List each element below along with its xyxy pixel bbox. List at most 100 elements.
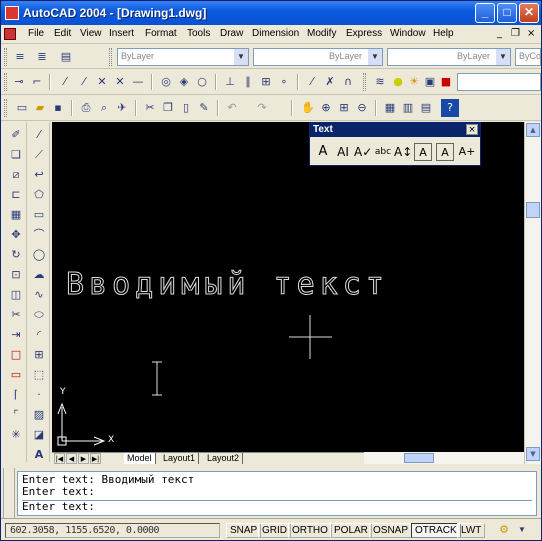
lineweight-combo[interactable]: ByLayer ▼ [387,48,511,66]
menu-view[interactable]: View [80,28,102,39]
publish-icon[interactable]: ✈ [113,99,131,117]
maximize-button[interactable]: □ [497,3,517,23]
text-toolbar-title[interactable]: Text [310,123,480,137]
snap-toggle[interactable]: SNAP [226,523,262,538]
snap-intersection-icon[interactable]: ✕ [93,73,111,91]
menu-window[interactable]: Window [390,28,426,39]
edit-text-icon[interactable]: A✓ [354,143,372,161]
command-window[interactable]: Enter text: Вводимый текст Enter text: E… [17,471,537,516]
toolbar-grip[interactable] [4,99,7,117]
zoom-previous-icon[interactable]: ⊖ [353,99,371,117]
temp-track-icon[interactable]: ⊸ [10,73,28,91]
snap-from-icon[interactable]: ⌐ [28,73,46,91]
print-icon[interactable]: ⎙ [77,99,95,117]
move-icon[interactable]: ✥ [7,226,25,244]
insert-block-icon[interactable]: ⊞ [30,346,48,364]
properties-icon[interactable]: ▦ [381,99,399,117]
undo-icon[interactable]: ↶ [223,99,241,117]
grid-toggle[interactable]: GRID [258,523,291,538]
tab-model[interactable]: Model [124,453,156,464]
scroll-down-icon[interactable]: ▼ [526,447,540,461]
horizontal-scroll-thumb[interactable] [404,453,434,463]
scale-icon[interactable]: ⊡ [7,266,25,284]
convert-distance-icon[interactable]: A+ [458,143,476,161]
minimize-button[interactable]: _ [475,3,495,23]
break-at-point-icon[interactable]: ▭ [7,366,25,384]
color-swatch-icon[interactable]: ■ [437,73,455,91]
menu-draw[interactable]: Draw [220,28,243,39]
snap-insert-icon[interactable]: ⊞ [257,73,275,91]
tab-layout1[interactable]: Layout1 [160,453,200,464]
snap-center-icon[interactable]: ◎ [157,73,175,91]
snap-endpoint-icon[interactable]: ⁄ [56,73,74,91]
scale-text-icon[interactable]: A [414,143,432,161]
snap-parallel-icon[interactable]: ∥ [239,73,257,91]
snap-node-icon[interactable]: ∘ [275,73,293,91]
chamfer-icon[interactable]: ⌈ [7,386,25,404]
text-toolbar-close-button[interactable]: × [466,124,478,135]
layer-properties-icon[interactable]: ▤ [57,48,75,66]
layer-previous-icon[interactable]: ≣ [33,48,51,66]
menu-dimension[interactable]: Dimension [252,28,299,39]
scroll-up-icon[interactable]: ▲ [526,123,540,137]
menu-insert[interactable]: Insert [109,28,134,39]
osnap-settings-icon[interactable]: ∩ [339,73,357,91]
chevron-down-icon[interactable]: ▼ [234,49,248,65]
ellipse-arc-icon[interactable]: ◜ [30,326,48,344]
vertical-scroll-thumb[interactable] [526,202,540,218]
hatch-icon[interactable]: ▨ [30,406,48,424]
tab-layout2[interactable]: Layout2 [204,453,244,464]
snap-tangent-icon[interactable]: ○ [193,73,211,91]
snap-quadrant-icon[interactable]: ◈ [175,73,193,91]
menu-modify[interactable]: Modify [307,28,336,39]
multiline-text-icon[interactable]: A [30,446,48,464]
vertical-scrollbar[interactable]: ▲ ▼ [524,122,541,464]
mirror-icon[interactable]: ⧄ [7,166,25,184]
menu-express[interactable]: Express [346,28,382,39]
match-properties-icon[interactable]: ✎ [195,99,213,117]
extend-icon[interactable]: ⇥ [7,326,25,344]
autocad-app-icon[interactable] [5,6,19,20]
paste-icon[interactable]: ▯ [177,99,195,117]
revision-cloud-icon[interactable]: ☁ [30,266,48,284]
break-icon[interactable]: □ [7,346,25,364]
toolbar-grip[interactable] [4,48,7,66]
layer-manager-icon[interactable]: ≡ [11,48,29,66]
plotstyle-combo[interactable]: ByCo [515,48,541,66]
stretch-icon[interactable]: ◫ [7,286,25,304]
explode-icon[interactable]: ✳ [7,426,25,444]
drawing-canvas[interactable]: Вводимый текст Y X [52,122,524,452]
command-window-grip[interactable] [3,468,15,518]
horizontal-scrollbar[interactable] [364,452,524,464]
design-center-icon[interactable]: ▥ [399,99,417,117]
coordinate-readout[interactable]: 602.3058, 1155.6520, 0.0000 [5,523,220,538]
doc-close-button[interactable]: × [527,28,535,39]
color-combo[interactable]: ByLayer ▼ [117,48,249,66]
snap-nearest-icon[interactable]: ⁄ [303,73,321,91]
region-icon[interactable]: ◪ [30,426,48,444]
lwt-toggle[interactable]: LWT [457,523,486,538]
pan-icon[interactable]: ✋ [299,99,317,117]
linetype-combo[interactable]: ByLayer ▼ [253,48,383,66]
menu-tools[interactable]: Tools [187,28,210,39]
last-tab-icon[interactable]: ▶| [90,453,101,464]
toolbar-grip[interactable] [363,73,366,91]
first-tab-icon[interactable]: |◀ [54,453,65,464]
rectangle-icon[interactable]: ▭ [30,206,48,224]
menu-format[interactable]: Format [145,28,177,39]
doc-minimize-button[interactable]: _ [497,28,502,39]
toolbar-grip[interactable] [109,48,112,66]
chevron-down-icon[interactable]: ▼ [496,49,510,65]
text-style-icon[interactable]: A↕ [394,143,412,161]
snap-midpoint-icon[interactable]: ⁄ [75,73,93,91]
find-replace-icon[interactable]: abc [374,143,392,161]
osnap-toggle[interactable]: OSNAP [369,523,413,538]
line-icon[interactable]: ⁄ [30,126,48,144]
polygon-icon[interactable]: ⬠ [30,186,48,204]
rotate-icon[interactable]: ↻ [7,246,25,264]
fillet-icon[interactable]: ⌜ [7,406,25,424]
justify-text-icon[interactable]: A [436,143,454,161]
circle-icon[interactable]: ◯ [30,246,48,264]
save-icon[interactable]: ▪ [49,99,67,117]
snap-apparent-intersection-icon[interactable]: ✕ [111,73,129,91]
